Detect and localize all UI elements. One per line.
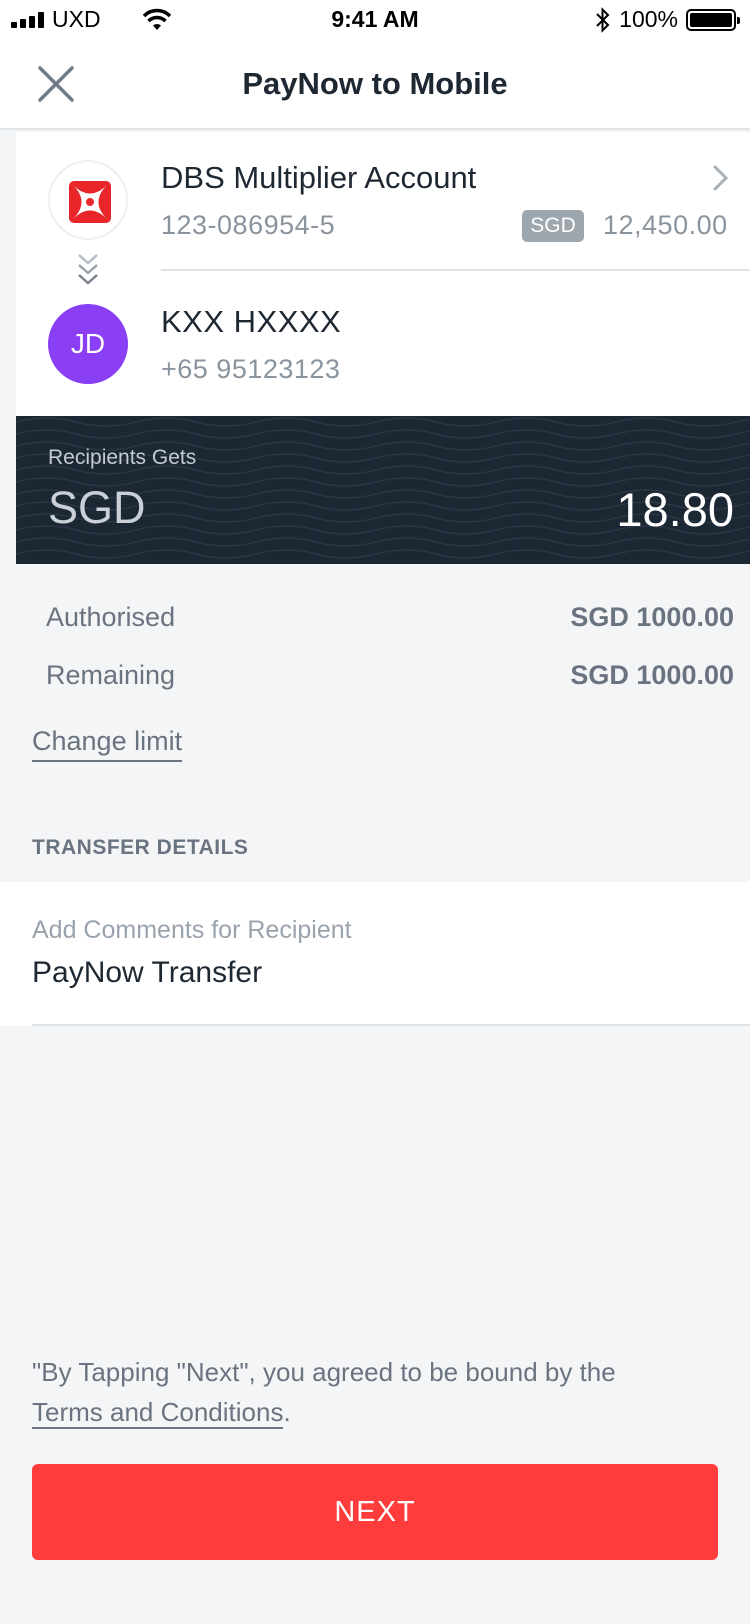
amount-value[interactable]: 18.80 [616,482,734,537]
terms-notice: "By Tapping "Next", you agreed to be bou… [32,1352,722,1432]
change-limit-link[interactable]: Change limit [32,726,183,762]
battery-icon [686,9,740,31]
page-title: PayNow to Mobile [242,66,508,101]
remaining-label: Remaining [46,660,176,690]
divider [161,269,750,271]
source-account-number: 123-086954-5 [161,210,336,240]
recipient-name: KXX HXXXX [161,304,342,339]
source-account-balance: 12,450.00 [603,210,728,240]
transfer-card: JD DBS Multiplier Account 123-086954-5 S… [16,132,750,416]
bluetooth-icon [596,7,610,33]
amount-panel[interactable]: Recipients Gets SGD 18.80 [16,416,750,564]
terms-suffix: . [283,1397,291,1427]
terms-text: "By Tapping "Next", you agreed to be bou… [32,1357,616,1387]
recipient-avatar: JD [48,304,128,384]
comments-label: Add Comments for Recipient [32,916,352,944]
remaining-value: SGD 1000.00 [570,660,734,690]
section-title-transfer-details: TRANSFER DETAILS [32,836,249,859]
authorised-limit-row: Authorised SGD 1000.00 [46,602,734,633]
terms-link[interactable]: Terms and Conditions [32,1397,284,1429]
recipient-phone: +65 95123123 [161,354,341,384]
status-bar: UXD 9:41 AM 100% [0,0,750,40]
chevron-right-icon[interactable] [712,164,730,192]
amount-label: Recipients Gets [48,446,197,469]
amount-currency: SGD [48,482,146,533]
chevrons-down-icon [78,254,98,285]
comments-input[interactable] [32,956,732,990]
next-button[interactable]: NEXT [32,1464,718,1560]
comments-underline [32,1024,750,1026]
currency-badge: SGD [522,210,584,242]
comments-block: Add Comments for Recipient [0,882,750,1026]
remaining-limit-row: Remaining SGD 1000.00 [46,660,734,691]
source-account-name[interactable]: DBS Multiplier Account [161,160,476,196]
authorised-label: Authorised [46,602,176,632]
dbs-logo-icon [48,160,128,240]
authorised-value: SGD 1000.00 [570,602,734,632]
navigation-bar: PayNow to Mobile [0,40,750,130]
battery-percent: 100% [619,6,678,32]
